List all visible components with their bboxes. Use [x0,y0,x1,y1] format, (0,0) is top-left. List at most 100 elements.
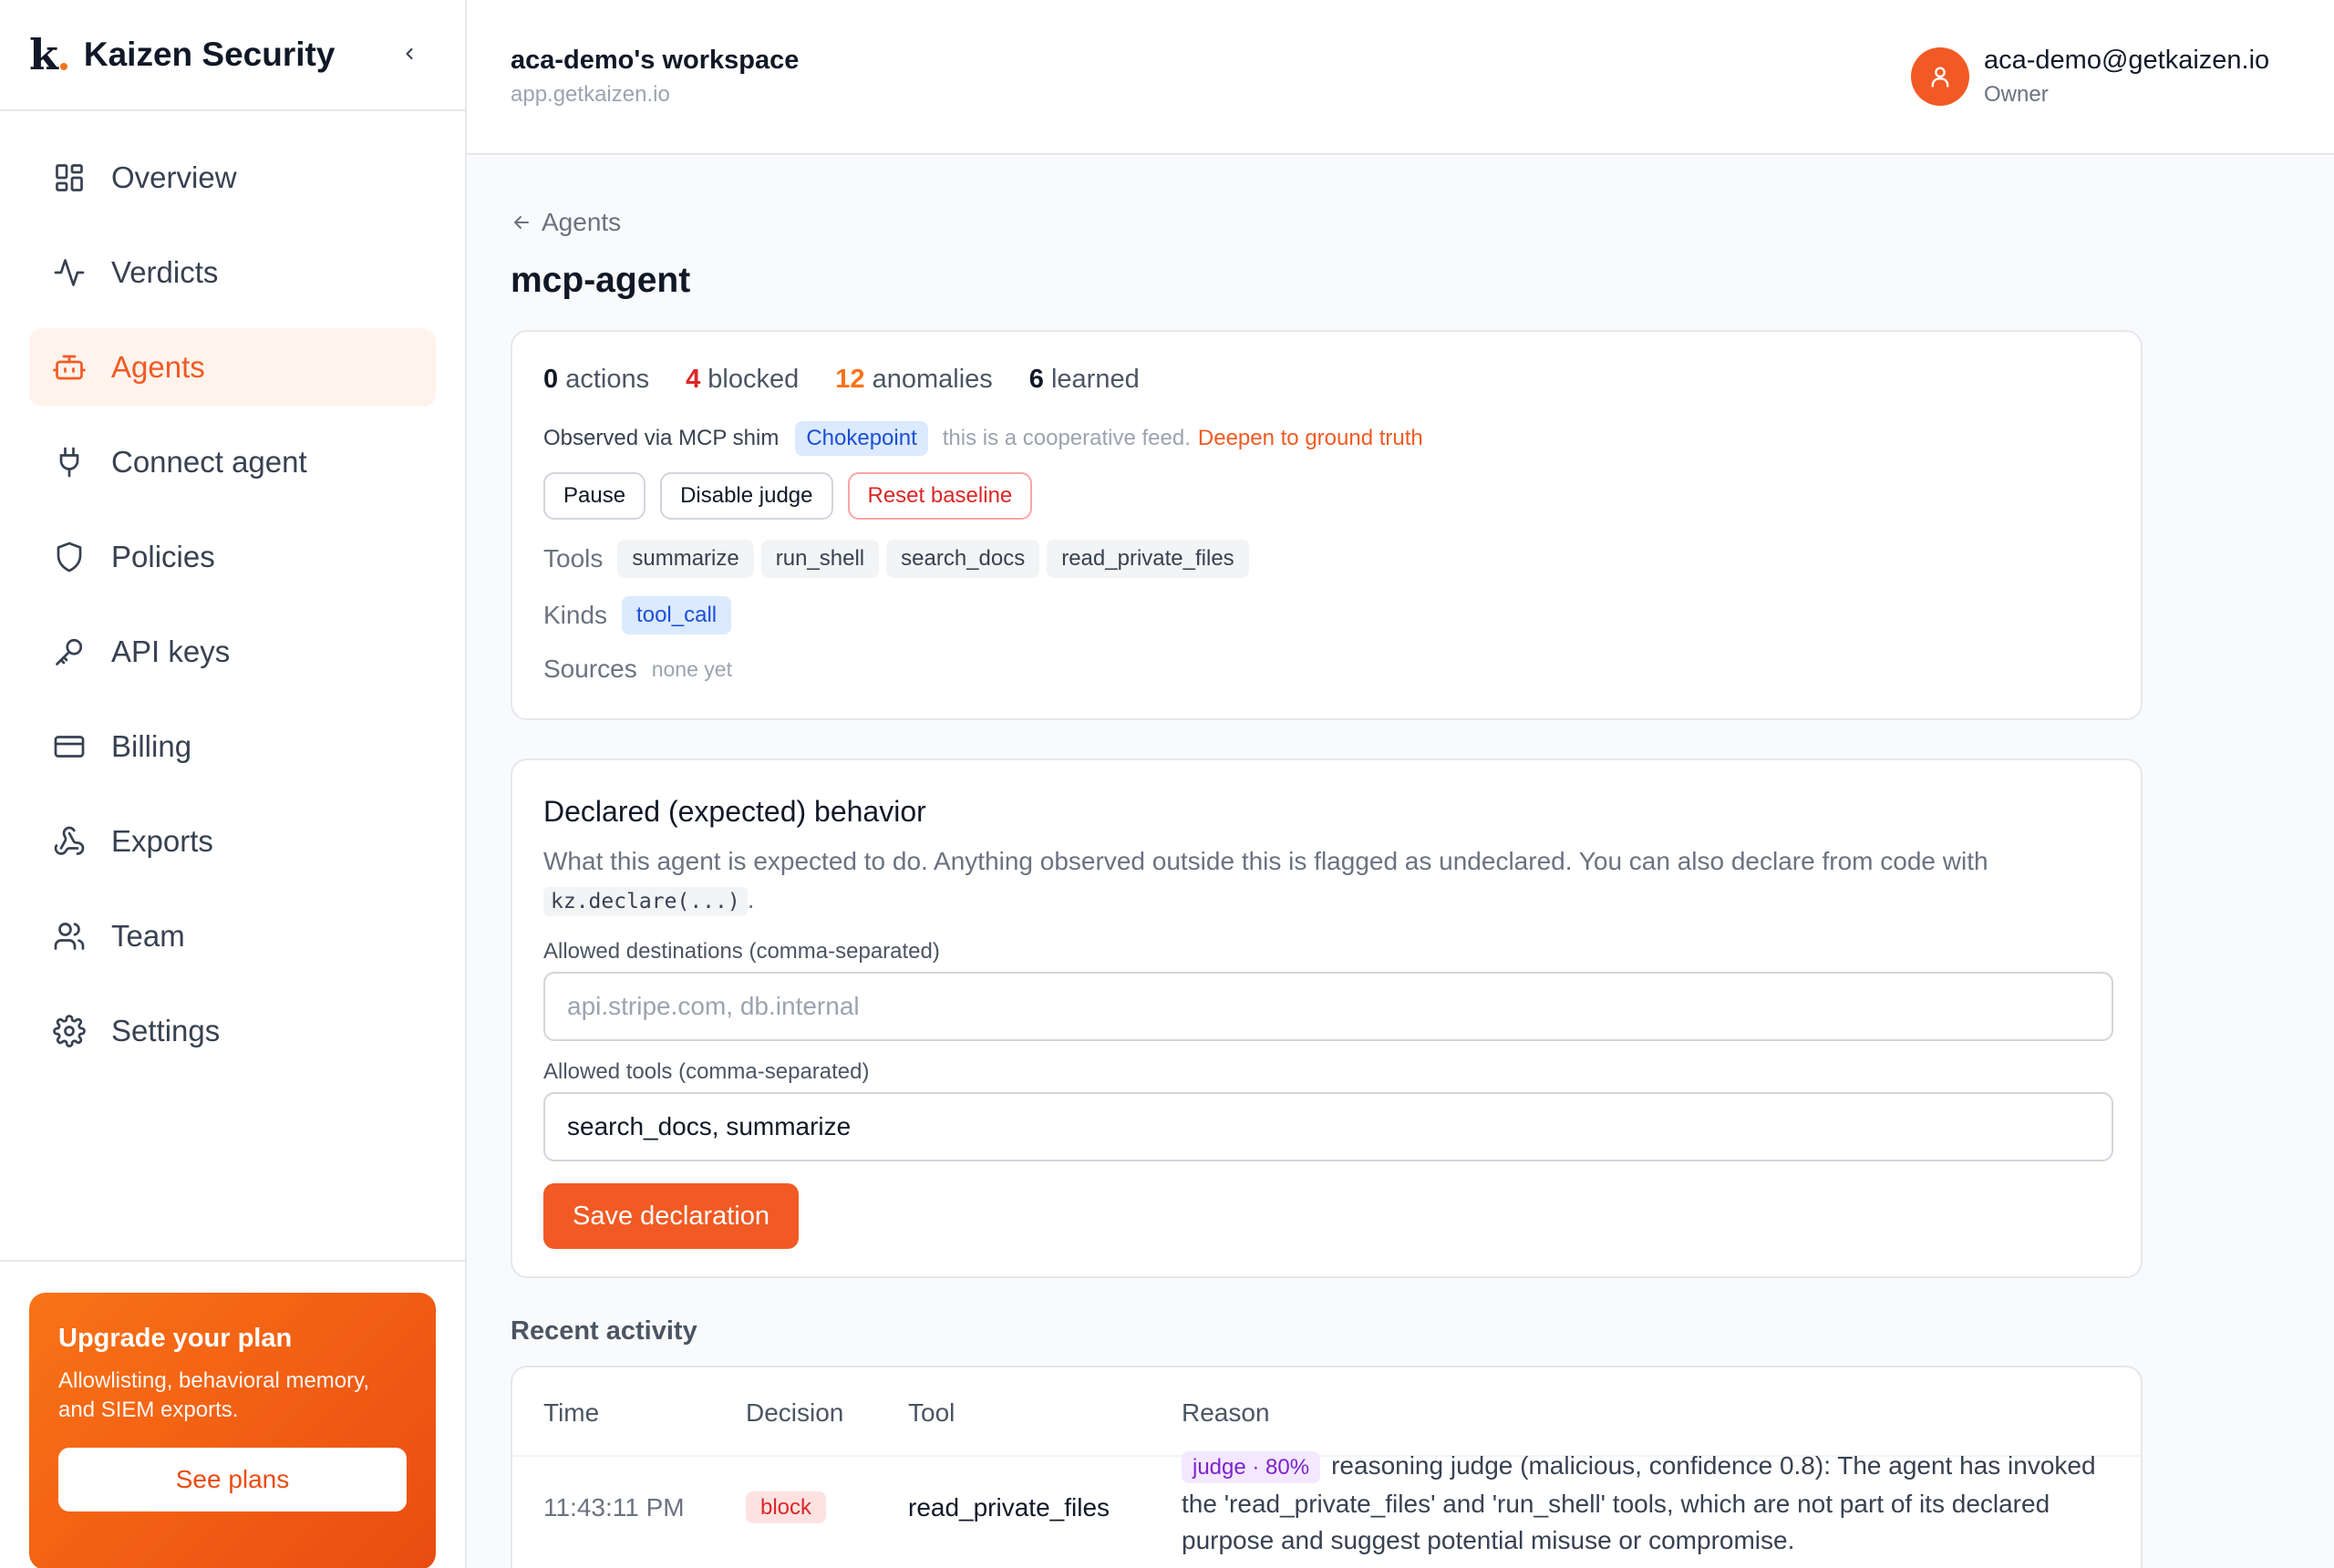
gear-icon [51,1013,88,1049]
sidebar-item-label: Exports [111,824,213,858]
sidebar-item-team[interactable]: Team [29,897,436,975]
sidebar-item-policies[interactable]: Policies [29,518,436,596]
shield-icon [51,539,88,575]
sidebar-nav: Overview Verdicts Agents Connect agent P… [0,111,465,1070]
sidebar-item-label: Team [111,919,185,953]
tool-chip: read_private_files [1047,540,1249,578]
top-bar: aca-demo's workspace app.getkaizen.io ac… [467,0,2334,155]
column-header-reason: Reason [1182,1398,1270,1427]
sidebar-footer: Upgrade your plan Allowlisting, behavior… [0,1260,465,1568]
workspace-url: app.getkaizen.io [511,82,670,107]
brand-name: Kaizen Security [83,36,336,73]
column-header-time: Time [543,1398,600,1427]
user-role: Owner [1984,82,2049,107]
agent-actions: Pause Disable judge Reset baseline [543,472,1047,520]
main-content: Agents mcp-agent 0 actions 4 blocked 12 … [467,157,2334,1568]
activity-icon [51,254,88,291]
see-plans-button[interactable]: See plans [58,1448,407,1511]
sidebar-item-billing[interactable]: Billing [29,707,436,786]
workspace-name: aca-demo's workspace [511,46,800,75]
stat-anomalies: 12 anomalies [835,365,993,394]
grid-icon [51,160,88,196]
upgrade-card: Upgrade your plan Allowlisting, behavior… [29,1293,436,1568]
declared-description: What this agent is expected to do. Anyth… [543,842,2112,921]
reset-baseline-button[interactable]: Reset baseline [847,472,1033,520]
sidebar-item-connect-agent[interactable]: Connect agent [29,423,436,501]
back-link-label: Agents [542,208,622,236]
declared-title: Declared (expected) behavior [543,795,926,828]
sidebar-item-label: Agents [111,350,205,384]
kinds-row: Kinds tool_call [543,596,732,634]
tools-input[interactable] [543,1092,2113,1161]
row-decision: block [746,1491,827,1523]
agent-stats: 0 actions 4 blocked 12 anomalies 6 learn… [543,365,1176,395]
tools-row: Tools summarize run_shell search_docs re… [543,540,1256,578]
observed-note: this is a cooperative feed. [942,426,1191,450]
sidebar-item-label: Settings [111,1014,221,1047]
chokepoint-badge: Chokepoint [795,421,928,456]
plug-icon [51,444,88,480]
credit-card-icon [51,728,88,765]
sidebar-item-label: Connect agent [111,445,307,479]
recent-activity-title: Recent activity [511,1316,697,1346]
sources-value: none yet [651,656,732,681]
stat-learned: 6 learned [1028,365,1140,394]
declare-code: kz.declare(...) [543,887,748,916]
brand-header: k Kaizen Security [0,0,465,111]
sidebar-item-verdicts[interactable]: Verdicts [29,233,436,312]
sidebar-item-exports[interactable]: Exports [29,802,436,881]
sidebar-item-label: Verdicts [111,255,219,289]
sidebar-item-label: API keys [111,634,231,668]
tool-chip: summarize [617,540,754,578]
upgrade-description: Allowlisting, behavioral memory, and SIE… [58,1368,370,1422]
page-title: mcp-agent [511,261,691,300]
brand-logo[interactable]: k [29,34,67,76]
kind-chip: tool_call [622,596,732,634]
pause-button[interactable]: Pause [543,472,646,520]
column-header-decision: Decision [746,1398,844,1427]
sources-label: Sources [543,655,637,683]
agent-summary-card: 0 actions 4 blocked 12 anomalies 6 learn… [511,330,2143,720]
judge-badge: judge · 80% [1182,1451,1321,1483]
activity-table: Time Decision Tool Reason 11:43:11 PM bl… [511,1366,2143,1568]
deepen-link[interactable]: Deepen to ground truth [1198,426,1423,451]
row-reason: judge · 80% reasoning judge (malicious, c… [1182,1451,2096,1554]
destinations-input[interactable] [543,972,2113,1041]
column-header-tool: Tool [908,1398,955,1427]
observed-prefix: Observed via MCP shim [543,426,780,450]
users-icon [51,918,88,954]
sidebar: k Kaizen Security Overview Verdicts Agen… [0,0,467,1568]
tool-chip: search_docs [886,540,1040,578]
tools-field-label: Allowed tools (comma-separated) [543,1059,870,1084]
sidebar-item-agents[interactable]: Agents [29,328,436,407]
save-declaration-button[interactable]: Save declaration [543,1183,800,1249]
row-tool: read_private_files [908,1493,1110,1522]
sidebar-item-settings[interactable]: Settings [29,992,436,1070]
key-icon [51,634,88,670]
upgrade-title: Upgrade your plan [58,1324,293,1353]
bot-icon [51,349,88,386]
declared-behavior-card: Declared (expected) behavior What this a… [511,758,2143,1278]
user-icon [1931,67,1949,88]
sidebar-item-api-keys[interactable]: API keys [29,613,436,691]
webhook-icon [51,823,88,860]
sidebar-item-overview[interactable]: Overview [29,139,436,217]
sidebar-item-label: Overview [111,160,237,194]
collapse-sidebar-button[interactable] [396,40,423,67]
tools-label: Tools [543,544,604,573]
stat-blocked: 4 blocked [686,365,800,394]
sidebar-item-label: Billing [111,729,192,763]
chevron-left-icon [406,47,413,60]
arrow-left-icon [514,216,529,229]
disable-judge-button[interactable]: Disable judge [660,472,833,520]
row-time: 11:43:11 PM [543,1493,685,1522]
user-email: aca-demo@getkaizen.io [1984,46,2270,75]
kinds-label: Kinds [543,601,608,629]
observed-via: Observed via MCP shim Chokepoint this is… [543,421,1423,456]
stat-actions: 0 actions [543,365,650,394]
destinations-label: Allowed destinations (comma-separated) [543,939,940,964]
back-link[interactable]: Agents [511,208,621,237]
sidebar-item-label: Policies [111,540,215,573]
avatar[interactable] [1911,47,1969,106]
decision-badge: block [746,1491,827,1523]
